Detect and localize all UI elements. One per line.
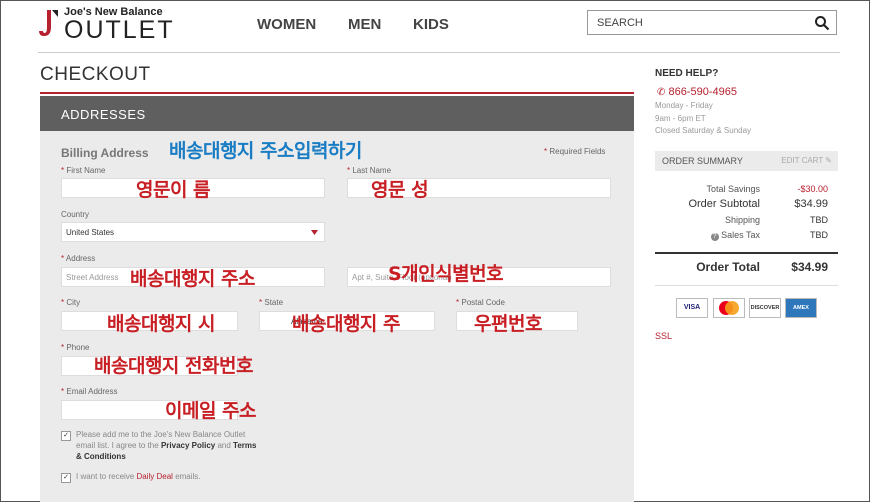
ssl-link[interactable]: SSL (655, 331, 672, 341)
shipping-value: TBD (810, 215, 828, 225)
annotation-billing: 배송대행지 주소입력하기 (169, 140, 362, 162)
order-summary-title: ORDER SUMMARY (662, 156, 743, 166)
logo-bottom-text: OUTLET (64, 16, 175, 44)
addresses-header: ADDRESSES (40, 96, 634, 131)
edit-cart-link[interactable]: EDIT CART ✎ (781, 156, 832, 165)
annotation-last-name: 영문 성 (371, 179, 429, 201)
country-label: Country (61, 210, 90, 219)
order-total-label: Order Total (696, 260, 760, 274)
newsletter-checkbox[interactable]: ✓ (61, 431, 71, 441)
daily-deal-checkbox[interactable]: ✓ (61, 473, 71, 483)
address-line1-placeholder: Street Address (66, 273, 119, 282)
annotation-city: 배송대행지 시 (107, 313, 216, 335)
annotation-address: 배송대행지 주소 (130, 268, 255, 290)
need-help-title: NEED HELP? (655, 68, 719, 79)
annotation-address2: S개인식별번호 (388, 263, 504, 285)
annotation-state: 배송대행지 주 (292, 313, 401, 335)
annotation-first-name: 영문이 름 (136, 179, 211, 201)
required-note: * Required Fields (544, 147, 606, 156)
help-hours: Monday - Friday 9am - 6pm ET Closed Satu… (655, 101, 752, 135)
postal-label: * Postal Code (456, 298, 505, 307)
subtotal-value: $34.99 (794, 198, 828, 210)
chevron-down-icon (311, 230, 318, 235)
sales-tax-label: ? Sales Tax (660, 230, 760, 241)
mastercard-icon (713, 298, 745, 318)
country-select[interactable]: United States (61, 222, 325, 242)
search-icon[interactable] (814, 15, 830, 31)
phone-label: * Phone (61, 343, 90, 352)
help-phone[interactable]: ✆ 866-590-4965 (657, 86, 737, 98)
header-divider (38, 52, 840, 53)
sales-tax-value: TBD (810, 230, 828, 240)
terms-link[interactable]: Terms (233, 441, 256, 450)
help-icon[interactable]: ? (710, 233, 719, 241)
pencil-icon: ✎ (825, 156, 832, 165)
logo-j-icon (39, 10, 58, 36)
addresses-title: ADDRESSES (61, 107, 146, 122)
daily-deal-text: I want to receive Daily Deal emails. (76, 472, 201, 481)
amex-icon: AMEX (785, 298, 817, 318)
savings-label: Total Savings (706, 184, 760, 194)
cards-divider (655, 285, 838, 286)
annotation-email: 이메일 주소 (165, 400, 257, 422)
state-label: * State (259, 298, 284, 307)
nav-men[interactable]: MEN (348, 16, 381, 33)
city-label: * City (61, 298, 81, 307)
last-name-label: * Last Name (347, 166, 392, 175)
search-input[interactable]: SEARCH (587, 10, 837, 35)
order-total-value: $34.99 (791, 260, 828, 274)
email-label: * Email Address (61, 387, 118, 396)
annotation-postal: 우편번호 (474, 313, 542, 335)
shipping-label: Shipping (724, 215, 760, 225)
title-underline (40, 92, 634, 94)
privacy-link[interactable]: Privacy Policy (161, 441, 215, 450)
annotation-phone: 배송대행지 전화번호 (94, 355, 253, 377)
visa-icon: VISA (676, 298, 708, 318)
total-divider (655, 252, 838, 254)
newsletter-text: Please add me to the Joe's New Balance O… (76, 430, 257, 461)
discover-icon: DISCOVER (749, 298, 781, 318)
search-placeholder: SEARCH (597, 17, 643, 29)
address-label: * Address (61, 254, 96, 263)
first-name-label: * First Name (61, 166, 106, 175)
billing-title: Billing Address (61, 146, 149, 160)
daily-deal-link[interactable]: Daily Deal (136, 472, 172, 481)
page-title: CHECKOUT (40, 64, 151, 85)
order-summary-header: ORDER SUMMARY EDIT CART ✎ (655, 151, 838, 171)
nav-women[interactable]: WOMEN (257, 16, 316, 33)
savings-value: -$30.00 (797, 184, 828, 194)
phone-icon: ✆ (657, 87, 666, 98)
subtotal-label: Order Subtotal (688, 198, 760, 210)
country-value: United States (66, 228, 115, 237)
nav-kids[interactable]: KIDS (413, 16, 449, 33)
